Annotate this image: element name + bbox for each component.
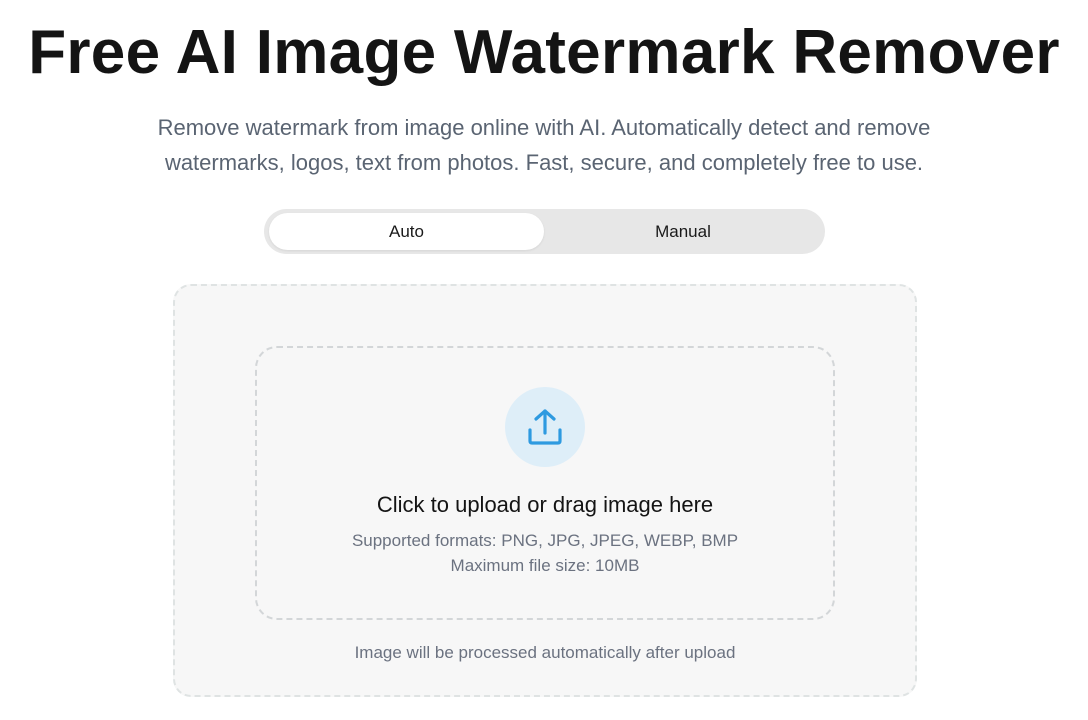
mode-toggle: Auto Manual	[264, 209, 825, 254]
upload-icon	[528, 409, 562, 445]
upload-icon-circle	[505, 387, 585, 467]
max-file-size-text: Maximum file size: 10MB	[450, 556, 640, 575]
page-subtitle: Remove watermark from image online with …	[157, 115, 931, 175]
mode-manual-button[interactable]: Manual	[546, 213, 820, 250]
upload-title: Click to upload or drag image here	[376, 492, 714, 517]
supported-formats-text: Supported formats: PNG, JPG, JPEG, WEBP,…	[351, 531, 739, 550]
page-title: Free AI Image Watermark Remover	[28, 18, 1060, 87]
page: Free AI Image Watermark Remover Remove w…	[0, 0, 1088, 720]
mode-auto-button[interactable]: Auto	[269, 213, 544, 250]
auto-process-note: Image will be processed automatically af…	[354, 643, 736, 662]
